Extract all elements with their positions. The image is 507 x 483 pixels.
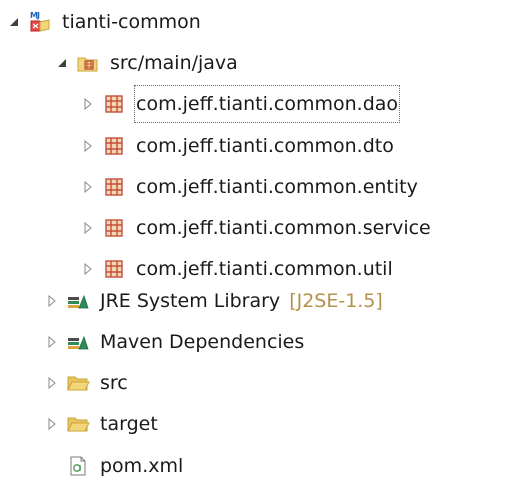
tree-item-maven-dependencies[interactable]: Maven Dependencies	[44, 325, 304, 359]
svg-text:J: J	[36, 11, 40, 20]
expand-toggle[interactable]	[44, 366, 60, 400]
package-label: com.jeff.tianti.common.entity	[136, 176, 418, 198]
package-icon	[102, 134, 126, 158]
tree-item-package[interactable]: com.jeff.tianti.common.util	[80, 252, 393, 286]
package-icon	[102, 257, 126, 281]
folder-label: src	[100, 372, 128, 394]
collapsed-triangle-icon	[84, 181, 92, 193]
package-label: com.jeff.tianti.common.util	[136, 258, 393, 280]
collapsed-triangle-icon	[48, 418, 56, 430]
jre-version-decoration: [J2SE-1.5]	[289, 290, 383, 312]
collapsed-triangle-icon	[84, 263, 92, 275]
tree-item-folder-target[interactable]: target	[44, 407, 158, 441]
jre-library-label: JRE System Library	[100, 290, 281, 312]
pom-file-label: pom.xml	[100, 455, 184, 477]
collapsed-triangle-icon	[48, 377, 56, 389]
maven-dependencies-label: Maven Dependencies	[100, 331, 305, 353]
package-label: com.jeff.tianti.common.dao	[133, 85, 401, 123]
maven-project-icon: M J	[28, 10, 52, 34]
collapsed-triangle-icon	[84, 98, 92, 110]
expand-toggle[interactable]	[80, 170, 96, 204]
expand-toggle[interactable]	[80, 211, 96, 245]
tree-item-package[interactable]: com.jeff.tianti.common.dto	[80, 129, 394, 163]
expand-toggle[interactable]	[44, 407, 60, 441]
source-folder-icon	[76, 51, 100, 75]
package-label: com.jeff.tianti.common.dto	[136, 135, 394, 157]
expanded-triangle-icon	[58, 59, 66, 67]
collapse-toggle[interactable]	[6, 5, 22, 39]
folder-label: target	[100, 413, 158, 435]
tree-item-project[interactable]: M J tianti-common	[6, 5, 201, 39]
collapsed-triangle-icon	[84, 140, 92, 152]
collapsed-triangle-icon	[48, 295, 56, 307]
package-label: com.jeff.tianti.common.service	[136, 217, 431, 239]
package-icon	[102, 175, 126, 199]
expand-toggle[interactable]	[80, 129, 96, 163]
tree-item-package[interactable]: com.jeff.tianti.common.dao	[80, 85, 401, 123]
project-explorer-tree: M J tianti-common src/main/java com.jeff…	[0, 0, 507, 479]
library-icon	[66, 289, 90, 313]
library-icon	[66, 330, 90, 354]
tree-item-package[interactable]: com.jeff.tianti.common.entity	[80, 170, 418, 204]
xml-file-icon	[66, 454, 90, 478]
expanded-triangle-icon	[10, 18, 18, 26]
collapse-toggle[interactable]	[54, 46, 70, 80]
tree-item-folder-src[interactable]: src	[44, 366, 128, 400]
package-icon	[102, 92, 126, 116]
tree-item-package[interactable]: com.jeff.tianti.common.service	[80, 211, 431, 245]
package-icon	[102, 216, 126, 240]
expand-toggle[interactable]	[44, 284, 60, 318]
expand-toggle[interactable]	[80, 252, 96, 286]
expand-toggle[interactable]	[80, 87, 96, 121]
tree-item-source-folder[interactable]: src/main/java	[54, 46, 238, 80]
expand-toggle[interactable]	[44, 325, 60, 359]
tree-item-jre-library[interactable]: JRE System Library [J2SE-1.5]	[44, 284, 383, 318]
source-folder-label: src/main/java	[110, 52, 238, 74]
folder-icon	[66, 412, 90, 436]
folder-icon	[66, 371, 90, 395]
project-label: tianti-common	[62, 11, 201, 33]
collapsed-triangle-icon	[48, 336, 56, 348]
collapsed-triangle-icon	[84, 222, 92, 234]
tree-item-pom-file[interactable]: pom.xml	[44, 449, 183, 483]
